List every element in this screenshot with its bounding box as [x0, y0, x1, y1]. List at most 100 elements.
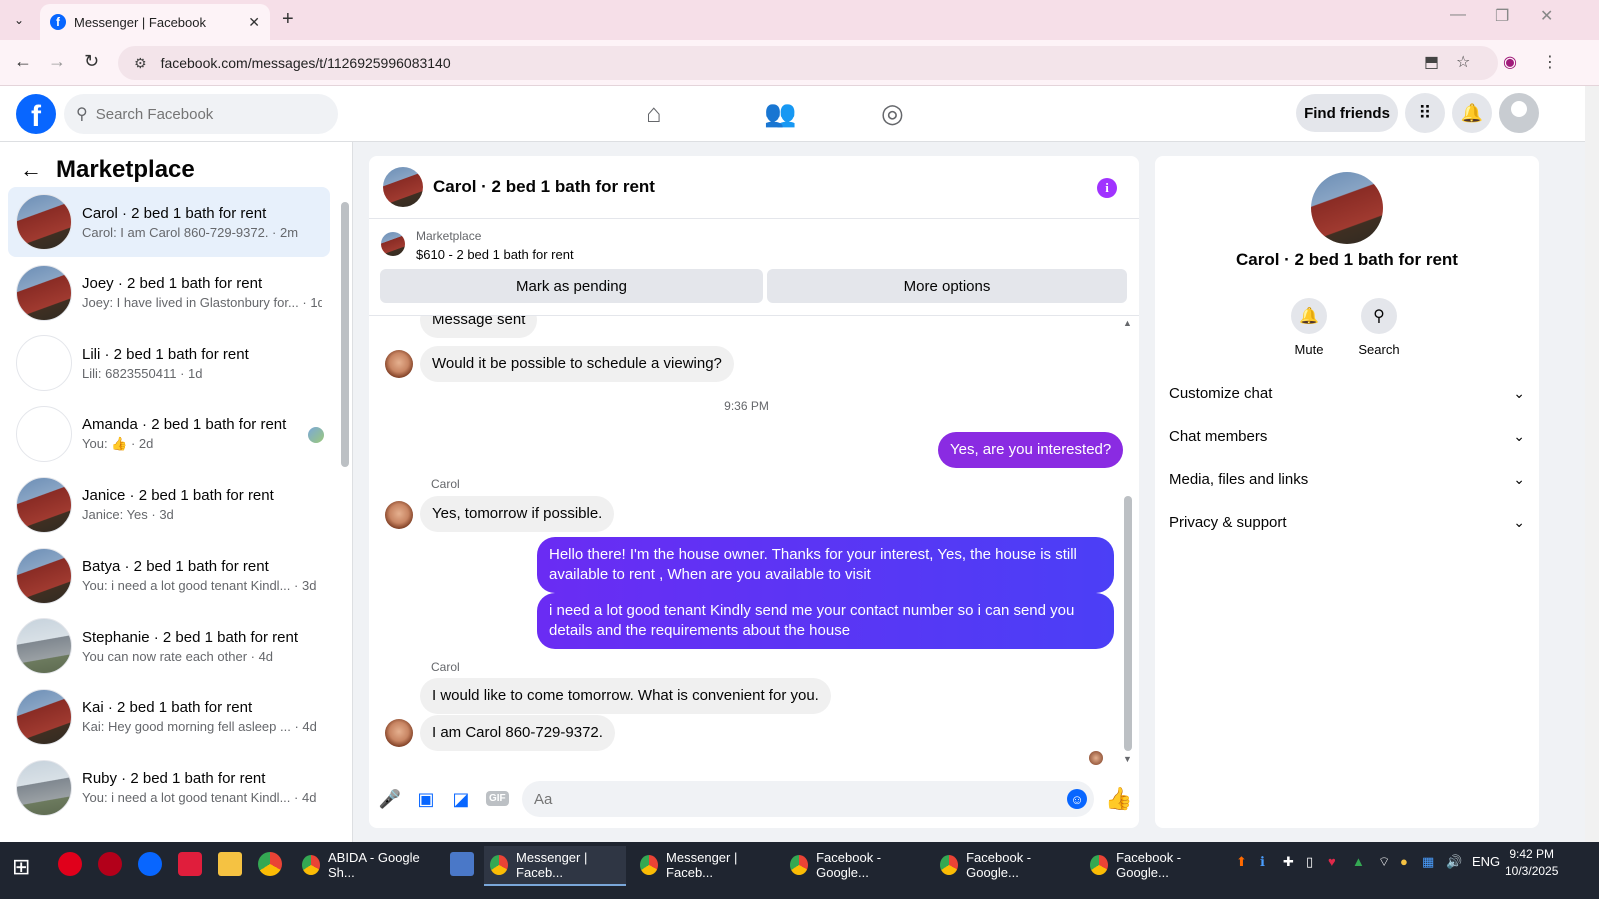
home-icon[interactable]: ⌂ [646, 98, 662, 129]
upload-icon[interactable]: ⬆ [1236, 854, 1247, 870]
taskbar-app[interactable]: Messenger | Faceb... [484, 846, 626, 886]
restore-icon[interactable]: ❐ [1495, 6, 1509, 26]
conversation-preview: Carol: I am Carol 860-729-9372. · 2m [82, 224, 299, 240]
gif-icon[interactable]: GIF [486, 791, 509, 806]
windows-taskbar: ⊞ ABIDA - Google Sh... Messenger | Faceb… [0, 842, 1599, 899]
friends-icon[interactable]: 👥 [764, 98, 796, 129]
browser-tab-bar: ⌄ f Messenger | Facebook ✕ + — ❐ ✕ [0, 0, 1599, 40]
mark-as-pending-button[interactable]: Mark as pending [380, 269, 763, 303]
network-icon[interactable]: ▦ [1422, 854, 1434, 870]
facebook-logo-icon[interactable]: f [16, 94, 56, 134]
conversation-item[interactable]: Carol · 2 bed 1 bath for rent Carol: I am… [8, 187, 330, 257]
facebook-header: f ⚲ ⌂ 👥 ◎ Find friends ⠿ 🔔 [0, 86, 1585, 142]
info-tray-icon[interactable]: ℹ [1260, 854, 1265, 870]
facebook-app-icon[interactable] [138, 852, 162, 876]
conversation-text: Amanda · 2 bed 1 bath for rent You: 👍 · 2… [82, 416, 322, 452]
find-friends-button[interactable]: Find friends [1296, 94, 1398, 132]
info-icon[interactable]: i [1097, 178, 1117, 198]
more-options-button[interactable]: More options [767, 269, 1127, 303]
file-explorer-icon[interactable] [218, 852, 242, 876]
privacy-support-row[interactable]: Privacy & support ⌄ [1169, 502, 1525, 542]
language-indicator[interactable]: ENG [1472, 854, 1500, 869]
notifications-bell-icon[interactable]: 🔔 [1452, 93, 1492, 133]
menu-grid-icon[interactable]: ⠿ [1405, 93, 1445, 133]
close-tab-icon[interactable]: ✕ [248, 14, 260, 31]
clock[interactable]: 9:42 PM 10/3/2025 [1505, 846, 1558, 880]
volume-icon[interactable]: 🔊 [1446, 854, 1462, 870]
news-app-icon[interactable] [450, 852, 474, 876]
conversation-item[interactable]: Joey · 2 bed 1 bath for rent Joey: I have… [8, 258, 330, 328]
media-files-links-row[interactable]: Media, files and links ⌄ [1169, 459, 1525, 499]
drive-icon[interactable]: ▲ [1352, 854, 1365, 869]
chat-scrollbar[interactable] [1124, 496, 1132, 751]
plus-tray-icon[interactable]: ✚ [1283, 854, 1294, 870]
conversation-preview: You: i need a lot good tenant Kindl... ·… [82, 578, 317, 593]
scroll-up-arrow-icon[interactable]: ▲ [1123, 318, 1132, 328]
window-close-icon[interactable]: ✕ [1540, 6, 1553, 26]
chat-members-row[interactable]: Chat members ⌄ [1169, 416, 1525, 456]
taskbar-app-label: ABIDA - Google Sh... [328, 850, 420, 880]
conversation-item[interactable]: Janice · 2 bed 1 bath for rent Janice: Ye… [8, 470, 330, 540]
chat-avatar[interactable] [383, 167, 423, 207]
sender-avatar[interactable] [385, 501, 413, 529]
mute-button[interactable]: 🔔 Mute [1279, 298, 1339, 357]
scroll-down-arrow-icon[interactable]: ▼ [1123, 754, 1132, 764]
conversation-item[interactable]: Ruby · 2 bed 1 bath for rent You: i need … [8, 753, 330, 823]
conversation-avatar [16, 194, 72, 250]
taskbar-app[interactable]: Facebook - Google... [1084, 846, 1226, 886]
bookmark-star-icon[interactable]: ☆ [1456, 52, 1470, 72]
browser-tab[interactable]: f Messenger | Facebook ✕ [40, 4, 270, 40]
listing-thumbnail[interactable] [381, 232, 405, 256]
message-input[interactable] [522, 781, 1094, 817]
page-scrollbar[interactable] [1585, 86, 1599, 842]
conversation-item[interactable]: Kai · 2 bed 1 bath for rent Kai: Hey good… [8, 682, 330, 752]
microphone-icon[interactable]: 🎤 [379, 788, 401, 810]
chat-title[interactable]: Carol · 2 bed 1 bath for rent [433, 177, 655, 197]
taskbar-app[interactable]: Facebook - Google... [934, 846, 1076, 886]
tab-search-button[interactable]: ⌄ [6, 8, 32, 32]
facebook-search[interactable]: ⚲ [64, 94, 338, 134]
groups-icon[interactable]: ◎ [881, 98, 904, 129]
chrome-icon[interactable] [258, 852, 282, 876]
conversation-item[interactable]: Stephanie · 2 bed 1 bath for rent You can… [8, 611, 330, 681]
address-bar[interactable]: ⚙ facebook.com/messages/t/11269259960831… [118, 46, 1498, 80]
vivaldi-icon[interactable] [178, 852, 202, 876]
forward-arrow-icon[interactable]: → [48, 51, 66, 72]
sidebar-scrollbar[interactable] [341, 202, 349, 467]
taskbar-app[interactable]: Facebook - Google... [784, 846, 926, 886]
usb-icon[interactable]: ▯ [1306, 854, 1313, 870]
search-input[interactable] [95, 105, 316, 123]
heart-icon[interactable]: ♥ [1328, 854, 1336, 869]
listing-price[interactable]: $610 - 2 bed 1 bath for rent [416, 247, 574, 262]
sender-avatar[interactable] [385, 719, 413, 747]
conversation-name: Batya · 2 bed 1 bath for rent [82, 558, 269, 575]
opera-icon[interactable] [58, 852, 82, 876]
back-arrow-icon[interactable]: ← [14, 51, 32, 72]
thumbs-up-icon[interactable]: 👍 [1105, 786, 1132, 812]
back-arrow-icon[interactable]: ← [20, 157, 42, 183]
account-avatar[interactable] [1499, 93, 1539, 133]
windows-start-icon[interactable]: ⊞ [12, 854, 30, 880]
conversation-item[interactable]: Amanda · 2 bed 1 bath for rent You: 👍 · 2… [8, 399, 330, 469]
conversation-item[interactable]: Lili · 2 bed 1 bath for rent Lili: 682355… [8, 328, 330, 398]
emoji-icon[interactable]: ☺ [1067, 789, 1087, 809]
profile-picture[interactable] [1311, 172, 1383, 244]
browser-menu-icon[interactable]: ⋮ [1542, 52, 1558, 72]
profile-icon[interactable]: ◉ [1503, 52, 1517, 72]
new-tab-button[interactable]: + [282, 8, 294, 31]
search-conversation-button[interactable]: ⚲ Search [1349, 298, 1409, 357]
conversation-item[interactable]: Batya · 2 bed 1 bath for rent You: i need… [8, 541, 330, 611]
sticker-icon[interactable]: ◪ [450, 788, 472, 810]
site-settings-icon[interactable]: ⚙ [134, 55, 147, 72]
customize-chat-row[interactable]: Customize chat ⌄ [1169, 373, 1525, 413]
wifi-icon[interactable]: ⌔ [1378, 854, 1390, 870]
sender-avatar[interactable] [385, 350, 413, 378]
install-app-icon[interactable]: ⬒ [1424, 52, 1439, 72]
opera-gx-icon[interactable] [98, 852, 122, 876]
taskbar-app[interactable]: ABIDA - Google Sh... [296, 846, 438, 886]
taskbar-app[interactable]: Messenger | Faceb... [634, 846, 776, 886]
minimize-icon[interactable]: — [1450, 6, 1466, 24]
reload-icon[interactable]: ↻ [84, 51, 99, 72]
photo-icon[interactable]: ▣ [415, 788, 437, 810]
status-icon[interactable]: ● [1400, 854, 1408, 869]
